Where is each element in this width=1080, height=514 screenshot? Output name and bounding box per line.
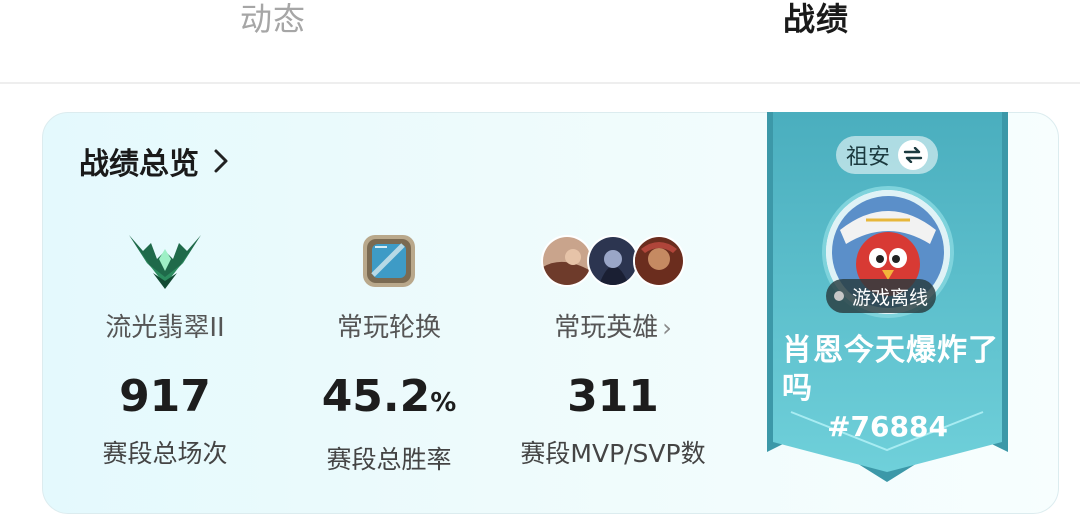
- tab-records[interactable]: 战绩: [783, 0, 849, 40]
- total-games-value: 917: [119, 371, 211, 422]
- region-label: 祖安: [845, 145, 890, 170]
- chevron-right-icon: [214, 149, 228, 173]
- player-name: 肖恩今天爆炸了吗: [782, 333, 999, 406]
- region-switch-button[interactable]: 祖安: [836, 136, 938, 174]
- rank-label: 流光翡翠II: [105, 313, 225, 343]
- stat-column-rotation: 常玩轮换 45.2% 赛段总胜率: [279, 221, 499, 476]
- total-games-label: 赛段总场次: [102, 439, 228, 468]
- tab-bar: 动态 战绩: [0, 0, 1080, 84]
- hero-avatar-3: [633, 235, 685, 287]
- hero-avatar-1: [541, 235, 593, 287]
- hero-avatar-2: [587, 235, 639, 287]
- hero-avatars: [541, 235, 685, 287]
- rotation-label: 常玩轮换: [336, 313, 441, 343]
- chevron-right-icon: ›: [662, 314, 672, 342]
- status-dot-icon: [833, 291, 844, 301]
- win-rate-value: 45.2%: [321, 371, 457, 422]
- tab-activity[interactable]: 动态: [240, 0, 306, 40]
- heroes-label: 常玩英雄 ›: [554, 313, 672, 343]
- player-id: #76884: [827, 410, 948, 443]
- mvp-count-label: 赛段MVP/SVP数: [520, 439, 706, 468]
- stat-column-heroes[interactable]: 常玩英雄 › 311 赛段MVP/SVP数: [503, 221, 723, 470]
- mvp-count-value: 311: [567, 371, 659, 422]
- win-rate-label: 赛段总胜率: [326, 445, 452, 474]
- online-status-badge: 游戏离线: [826, 279, 936, 313]
- rank-emblem-icon: [129, 235, 201, 289]
- stat-column-rank: 流光翡翠II 917 赛段总场次: [55, 221, 275, 470]
- overview-title: 战绩总览: [79, 147, 199, 182]
- rotation-mode-icon: [363, 235, 415, 287]
- overview-header[interactable]: 战绩总览: [79, 139, 229, 183]
- swap-icon: [898, 140, 928, 170]
